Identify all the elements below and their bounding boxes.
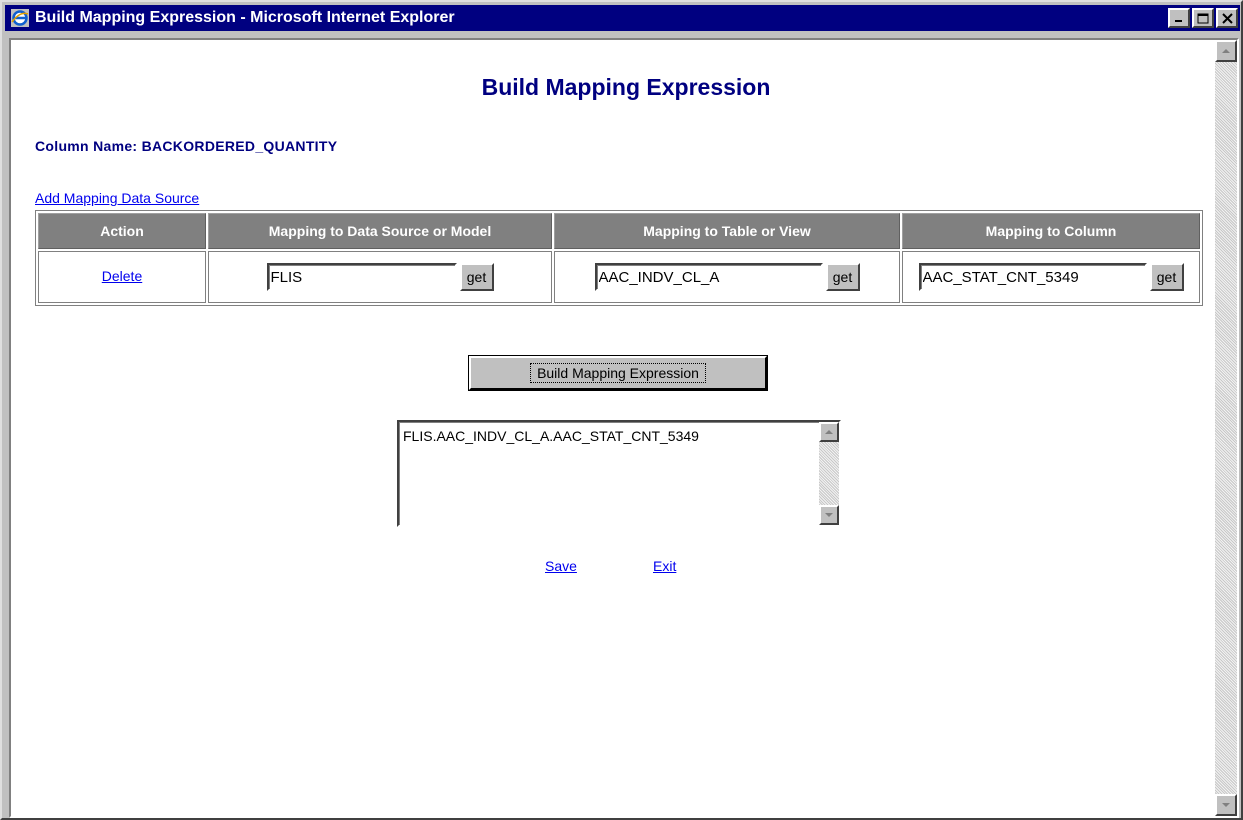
get-data-source-button[interactable]: get [459, 263, 494, 291]
data-source-cell: get [208, 251, 552, 303]
table-view-input[interactable] [594, 263, 823, 291]
window-title: Build Mapping Expression - Microsoft Int… [35, 9, 455, 26]
minimize-icon[interactable] [1168, 8, 1190, 28]
browser-content: Build Mapping Expression Column Name: BA… [9, 38, 1239, 818]
browser-window: Build Mapping Expression - Microsoft Int… [0, 0, 1243, 820]
header-column: Mapping to Column [902, 213, 1200, 249]
expression-scrollbar[interactable] [819, 422, 839, 525]
window-controls [1168, 8, 1238, 28]
table-view-cell: get [554, 251, 900, 303]
build-button-label: Build Mapping Expression [530, 363, 706, 383]
delete-link[interactable]: Delete [102, 268, 142, 284]
save-link[interactable]: Save [545, 558, 577, 574]
expression-textarea[interactable]: FLIS.AAC_INDV_CL_A.AAC_STAT_CNT_5349 [397, 420, 841, 527]
page-body: Build Mapping Expression Column Name: BA… [11, 40, 1215, 816]
column-name-label: Column Name: BACKORDERED_QUANTITY [35, 138, 338, 154]
action-cell: Delete [38, 251, 206, 303]
page-scrollbar[interactable] [1215, 40, 1237, 816]
column-group: get [918, 263, 1184, 291]
get-column-button[interactable]: get [1149, 263, 1184, 291]
scroll-down-icon[interactable] [819, 505, 839, 525]
data-source-group: get [266, 263, 494, 291]
expression-text: FLIS.AAC_INDV_CL_A.AAC_STAT_CNT_5349 [403, 428, 699, 444]
get-table-view-button[interactable]: get [825, 263, 860, 291]
column-cell: get [902, 251, 1200, 303]
page-scroll-up-icon[interactable] [1215, 40, 1237, 62]
internet-explorer-icon [11, 9, 29, 27]
scroll-up-icon[interactable] [819, 422, 839, 442]
add-mapping-data-source-link[interactable]: Add Mapping Data Source [35, 190, 199, 206]
data-source-input[interactable] [266, 263, 457, 291]
column-input[interactable] [918, 263, 1147, 291]
build-mapping-expression-button[interactable]: Build Mapping Expression [469, 356, 767, 390]
maximize-icon[interactable] [1192, 8, 1214, 28]
header-table-view: Mapping to Table or View [554, 213, 900, 249]
table-row: Delete get get [38, 251, 1200, 303]
title-bar: Build Mapping Expression - Microsoft Int… [5, 5, 1240, 31]
mapping-table: Action Mapping to Data Source or Model M… [35, 210, 1203, 306]
header-action: Action [38, 213, 206, 249]
exit-link[interactable]: Exit [653, 558, 676, 574]
close-icon[interactable] [1216, 8, 1238, 28]
table-view-group: get [594, 263, 860, 291]
header-data-source: Mapping to Data Source or Model [208, 213, 552, 249]
page-title: Build Mapping Expression [481, 74, 771, 100]
page-scroll-down-icon[interactable] [1215, 794, 1237, 816]
table-header-row: Action Mapping to Data Source or Model M… [38, 213, 1200, 249]
